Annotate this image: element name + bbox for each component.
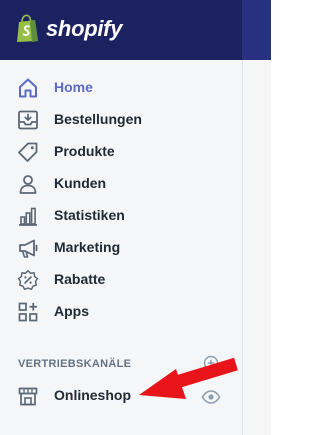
sidebar-item-orders[interactable]: Bestellungen	[0, 104, 242, 136]
top-bar: shopify	[0, 0, 271, 60]
eye-icon[interactable]	[201, 387, 221, 407]
tag-icon	[17, 141, 39, 163]
sidebar-item-label: Marketing	[54, 239, 121, 255]
sales-channels-heading: VERTRIEBSKANÄLE	[18, 358, 132, 370]
sidebar-item-discounts[interactable]: Rabatte	[0, 264, 242, 296]
person-icon	[17, 173, 39, 195]
sidebar-item-products[interactable]: Produkte	[0, 136, 242, 168]
sidebar-item-home[interactable]: Home	[0, 72, 242, 104]
main-content-edge	[243, 60, 271, 435]
discount-icon	[17, 269, 39, 291]
sidebar-item-apps[interactable]: Apps	[0, 296, 242, 328]
store-icon	[17, 385, 39, 407]
apps-grid-icon	[17, 301, 39, 323]
sidebar-item-analytics[interactable]: Statistiken	[0, 200, 242, 232]
orders-icon	[17, 109, 39, 131]
sidebar-item-marketing[interactable]: Marketing	[0, 232, 242, 264]
sidebar-item-label: Kunden	[54, 175, 107, 191]
brand-name: shopify	[46, 16, 123, 41]
sidebar-item-label: Bestellungen	[54, 111, 142, 127]
topbar-extension	[242, 0, 271, 60]
sidebar-item-label: Rabatte	[54, 271, 106, 287]
bar-chart-icon	[17, 205, 39, 227]
shopify-bag-icon	[17, 14, 38, 42]
plus-circle-icon[interactable]	[203, 355, 219, 371]
sidebar-item-label: Produkte	[54, 143, 115, 159]
home-icon	[17, 77, 39, 99]
sidebar-item-label: Home	[54, 79, 93, 95]
shopify-logo[interactable]: shopify	[15, 13, 122, 45]
sidebar-item-customers[interactable]: Kunden	[0, 168, 242, 200]
sidebar-item-label: Onlineshop	[54, 387, 131, 403]
megaphone-icon	[17, 237, 39, 259]
sidebar-item-label: Apps	[54, 303, 89, 319]
sidebar-item-label: Statistiken	[54, 207, 125, 223]
